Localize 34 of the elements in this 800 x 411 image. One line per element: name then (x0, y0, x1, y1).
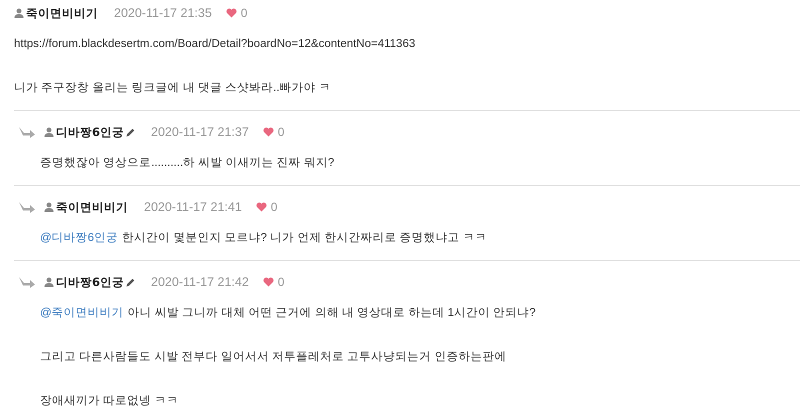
pencil-icon (126, 128, 136, 136)
comment-text: 증명했잖아 영상으로..........하 씨발 이새끼는 진짜 뭐지? (40, 156, 336, 171)
reply-arrow-icon (18, 276, 36, 288)
author-name[interactable]: 디바짱6인궁 (56, 274, 124, 290)
comment-text: https://forum.blackdesertm.com/Board/Detail?boardNo=12&contentNo=411363 (14, 37, 416, 52)
author-name[interactable]: 디바짱6인궁 (56, 124, 124, 140)
author-name[interactable]: 죽이면비비기 (26, 6, 98, 20)
comment-text: @죽이면비비기 아니 씨발 그니까 대체 어떤 근거에 의해 내 영상대로 하는데 1시간이 안되냐? (40, 306, 537, 321)
pencil-icon (126, 278, 136, 286)
mention-link[interactable]: @죽이면비비기 (40, 307, 124, 319)
comment-text: @디바짱6인궁 한시간이 몇분인지 모르냐? 니가 언제 한시간짜리로 증명했냐고 ㅋㅋ (40, 231, 488, 246)
comment-text: 니가 주구장창 올리는 링크글에 내 댓글 스샷봐라..빠가야 ㅋ (14, 81, 332, 96)
comment-time: 2020-11-17 21:37 (151, 125, 249, 139)
comment-text: 장애새끼가 따로없넹 ㅋㅋ (40, 394, 180, 409)
author-name[interactable]: 죽이면비비기 (56, 200, 128, 214)
reply-arrow-icon (18, 201, 36, 213)
user-icon (44, 202, 54, 212)
user-icon (14, 8, 24, 18)
heart-icon[interactable] (226, 8, 237, 18)
heart-icon[interactable] (262, 127, 274, 137)
like-count: 0 (270, 200, 278, 214)
user-icon (44, 277, 54, 287)
heart-icon[interactable] (262, 277, 274, 287)
user-icon (44, 127, 54, 137)
comment-time: 2020-11-17 21:42 (151, 275, 249, 289)
comment-text: 그리고 다른사람들도 시발 전부다 일어서서 저투플레처로 고투사냥되는거 인증하는판에 (40, 350, 508, 365)
comment-time: 2020-11-17 21:35 (114, 6, 212, 20)
heart-icon[interactable] (256, 202, 267, 212)
like-count: 0 (278, 275, 284, 289)
like-count: 0 (278, 125, 284, 139)
comment-time: 2020-11-17 21:41 (144, 200, 242, 214)
reply-arrow-icon (18, 126, 36, 138)
like-count: 0 (240, 6, 248, 20)
mention-link[interactable]: @디바짱6인궁 (40, 232, 118, 244)
